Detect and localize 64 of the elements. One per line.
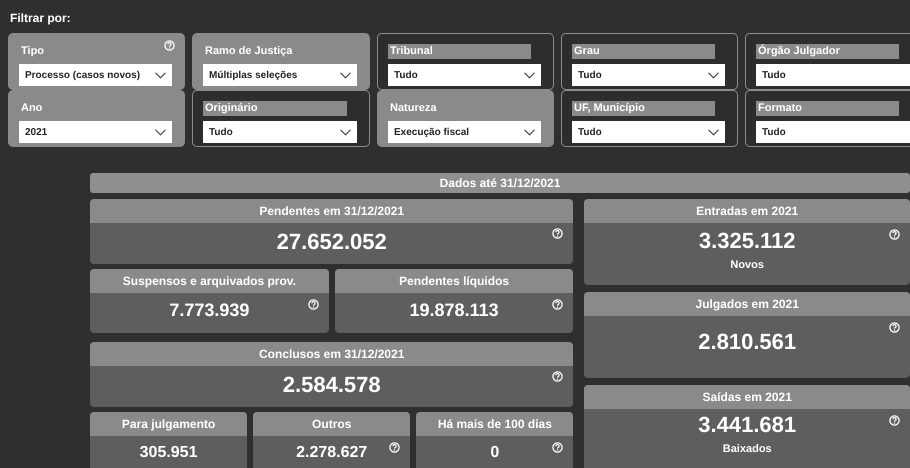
kpi-value: 27.652.052 <box>276 230 387 254</box>
card-title: Saídas em 2021 <box>584 385 910 409</box>
filter-label: Ramo de Justiça <box>204 44 292 59</box>
dropdown-value: Tudo <box>762 70 786 80</box>
kpi-caption: Baixados <box>722 443 772 456</box>
card-title: Suspensos e arquivados prov. <box>90 269 329 293</box>
kpi-value: 2.810.561 <box>698 330 796 354</box>
filter-label: Ano <box>20 101 42 116</box>
help-icon[interactable] <box>889 322 900 333</box>
filter-label: Grau <box>572 44 715 59</box>
help-icon[interactable] <box>552 299 564 310</box>
kpi-value: 2.278.627 <box>296 444 368 462</box>
card-title: Outros <box>253 412 410 436</box>
dropdown[interactable]: Execução fiscal <box>388 121 541 143</box>
dropdown-value: Tudo <box>209 126 233 138</box>
card-title: Pendentes em 31/12/2021 <box>90 199 574 223</box>
filter-label: Formato <box>756 101 899 116</box>
kpi-value: 3.325.112 <box>698 229 796 254</box>
help-icon[interactable] <box>164 40 175 51</box>
dropdown[interactable]: Múltiplas seleções <box>203 64 357 86</box>
card-title: Há mais de 100 dias <box>416 412 574 436</box>
dropdown[interactable]: Tudo <box>756 64 910 86</box>
dropdown-value: Processo (casos novos) <box>25 70 140 80</box>
dropdown[interactable]: Tudo <box>388 64 541 86</box>
help-icon[interactable] <box>889 415 900 426</box>
kpi-value: 2.584.578 <box>282 373 381 398</box>
kpi-value: 305.951 <box>140 444 198 462</box>
dropdown[interactable]: 2021 <box>19 121 172 143</box>
kpi-value: 3.441.681 <box>698 413 796 438</box>
help-icon[interactable] <box>552 228 564 239</box>
dropdown[interactable]: Tudo <box>203 121 357 143</box>
help-icon[interactable] <box>389 442 400 453</box>
kpi-caption: Novos <box>730 259 764 272</box>
filter-label: Tribunal <box>388 44 531 59</box>
filter-label: UF, Município <box>572 101 715 116</box>
dropdown-value: Execução fiscal <box>394 126 470 138</box>
help-icon[interactable] <box>889 229 900 240</box>
dropdown[interactable]: Tudo <box>572 121 725 143</box>
card-title: Entradas em 2021 <box>584 199 910 223</box>
dropdown[interactable]: Tudo <box>572 64 725 86</box>
card-title: Conclusos em 31/12/2021 <box>90 342 574 366</box>
kpi-value: 7.773.939 <box>169 301 250 321</box>
summary-title: Dados até 31/12/2021 <box>440 176 560 190</box>
card-title: Julgados em 2021 <box>584 292 910 316</box>
filter-label: Tipo <box>20 44 44 59</box>
filter-heading: Filtrar por: <box>9 10 72 22</box>
filter-label: Natureza <box>389 101 436 116</box>
dropdown-value: Tudo <box>578 70 602 80</box>
filter-label: Originário <box>203 101 347 116</box>
card-title: Para julgamento <box>90 412 248 436</box>
dropdown[interactable]: Tudo <box>756 121 910 143</box>
dropdown[interactable]: Processo (casos novos) <box>19 64 172 86</box>
dropdown-value: Tudo <box>762 126 786 138</box>
dropdown-value: 2021 <box>25 126 48 138</box>
kpi-value: 19.878.113 <box>410 301 499 321</box>
help-icon[interactable] <box>552 371 564 382</box>
dropdown-value: Tudo <box>394 70 418 80</box>
dropdown-value: Tudo <box>578 126 602 138</box>
kpi-value: 0 <box>490 444 500 462</box>
filter-label: Órgão Julgador <box>756 44 899 59</box>
help-icon[interactable] <box>308 299 319 310</box>
help-icon[interactable] <box>552 442 564 453</box>
dropdown-value: Múltiplas seleções <box>209 70 298 80</box>
card-title: Pendentes líquidos <box>334 269 574 293</box>
